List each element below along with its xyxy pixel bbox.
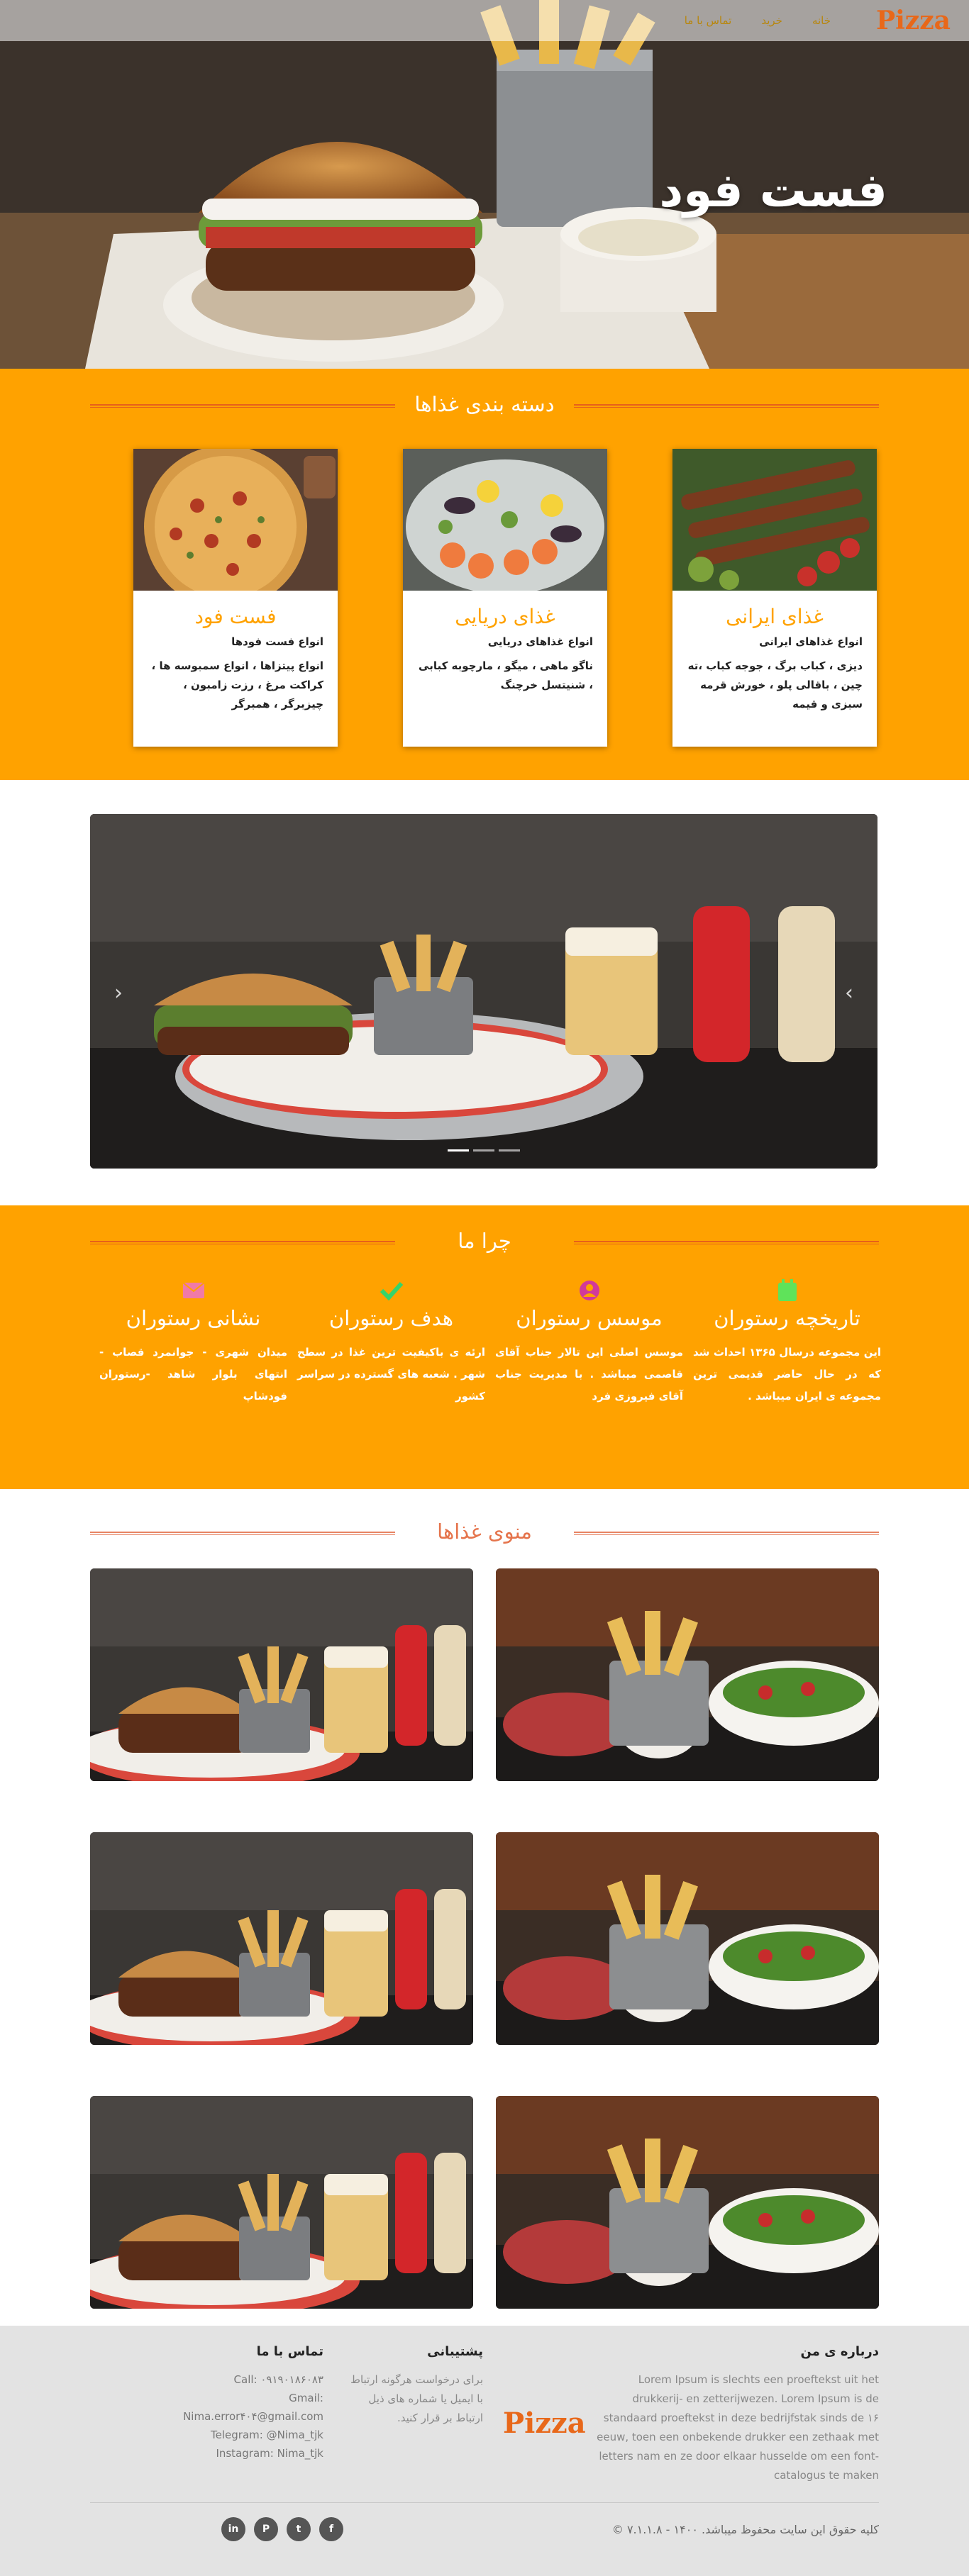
footer-support-text: برای درخواست هرگونه ارتباط با ایمیل یا ش… (350, 2373, 483, 2424)
categories-heading: دسته بندی غذاها (0, 376, 969, 433)
category-card-fastfood[interactable]: فست فود انواع فست فودها انواع پیتزاها ، … (133, 449, 338, 747)
social-links: in P t f (221, 2517, 343, 2541)
heading-divider-right (574, 1241, 879, 1244)
category-card-iranian[interactable]: غذای ایرانی انواع غذاهای ایرانی دیزی ، ک… (672, 449, 877, 747)
carousel-indicator-2[interactable] (473, 1149, 494, 1152)
menu-item-image[interactable] (496, 2096, 879, 2309)
categories-section: دسته بندی غذاها غذای ایرانی انواع غذاهای… (0, 369, 969, 780)
card-text: دیزی ، کباب برگ ، جوجه کباب ،ته چین ، با… (687, 659, 863, 710)
footer-about: درباره ی من Lorem Ipsum is slechts een p… (503, 2344, 879, 2485)
calendar-icon (693, 1276, 881, 1305)
contact-instagram[interactable]: Instagram: Nima_tjk (146, 2444, 323, 2463)
footer-about-text: Lorem Ipsum is slechts een proeftekst ui… (597, 2373, 879, 2482)
feature-text: موسس اصلی این تالار جناب آقای قاصمی میبا… (495, 1346, 683, 1403)
category-cards: غذای ایرانی انواع غذاهای ایرانی دیزی ، ک… (133, 449, 877, 747)
facebook-icon[interactable]: f (319, 2517, 343, 2541)
carousel-indicator-3[interactable] (448, 1149, 469, 1152)
footer-contact: تماس با ما Call: ۰۹۱۹۰۱۸۶۰۸۳ Gmail: Nima… (146, 2344, 323, 2463)
menu-item-image[interactable] (496, 1832, 879, 2045)
menu-item-image[interactable] (90, 1832, 473, 2045)
heading-divider-right (574, 1532, 879, 1535)
brand-logo[interactable]: Pizza (876, 6, 951, 35)
footer-divider (90, 2502, 879, 2503)
carousel-indicators (448, 1149, 520, 1152)
feature-text: این مجموعه درسال ۱۳۶۵ احداث شد که در حال… (693, 1346, 881, 1403)
feature-goal: هدف رستوران ارئه ی باکیفیت ترین غذا در س… (297, 1276, 485, 1407)
hero-banner: فست فود (0, 0, 969, 369)
feature-text: میدان شهری - جوانمرد قصاب - انتهای بلوار… (99, 1346, 287, 1403)
twitter-icon[interactable]: t (287, 2517, 311, 2541)
card-title: غذای ایرانی (726, 605, 824, 628)
category-card-seafood[interactable]: غذای دریایی انواع غذاهای دریایی ناگو ماه… (403, 449, 607, 747)
footer-support: پشتیبانی برای درخواست هرگونه ارتباط با ا… (341, 2344, 483, 2428)
footer-about-title: درباره ی من (800, 2344, 879, 2359)
footer-support-title: پشتیبانی (427, 2344, 483, 2359)
contact-telegram[interactable]: Telegram: @Nima_tjk (146, 2426, 323, 2444)
why-title: چرا ما (458, 1229, 511, 1253)
footer-contact-title: تماس با ما (256, 2344, 323, 2359)
carousel-next-icon[interactable]: › (845, 981, 853, 1005)
top-navbar: Pizza خانه خرید تماس با ما (0, 0, 969, 41)
check-icon (297, 1276, 485, 1305)
image-carousel[interactable]: › ‹ (90, 814, 877, 1169)
site-footer: درباره ی من Lorem Ipsum is slechts een p… (0, 2326, 969, 2576)
nav-link-home[interactable]: خانه (812, 14, 831, 27)
feature-title: نشانی رستوران (126, 1306, 261, 1330)
carousel-slide-image (90, 814, 877, 1169)
card-subtitle: انواع غذاهای ایرانی (759, 635, 863, 648)
seafood-image (403, 449, 607, 591)
menu-title: منوی غذاها (437, 1520, 532, 1544)
contact-email[interactable]: Gmail: Nima.error۴۰۴@gmail.com (146, 2389, 323, 2426)
menu-section: منوی غذاها (0, 1489, 969, 2326)
feature-text: ارئه ی باکیفیت ترین غذا در سطح شهر . شعب… (297, 1346, 485, 1403)
why-heading: چرا ما (0, 1212, 969, 1269)
nav-links: خانه خرید تماس با ما (685, 14, 831, 27)
copyright-text: کلیه حقوق این سایت محفوظ میباشد. ۱۴۰۰ - … (611, 2523, 879, 2536)
feature-title: موسس رستوران (516, 1306, 663, 1330)
card-title: غذای دریایی (455, 605, 555, 628)
contact-phone[interactable]: Call: ۰۹۱۹۰۱۸۶۰۸۳ (146, 2370, 323, 2389)
card-text: انواع پیتزاها ، انواع سمبوسه ها ، کراکت … (151, 659, 323, 710)
menu-item-image[interactable] (496, 1568, 879, 1781)
nav-link-contact[interactable]: تماس با ما (685, 14, 732, 27)
hero-title: فست فود (659, 163, 887, 218)
heading-divider-left (90, 1241, 395, 1244)
card-title: فست فود (194, 605, 277, 628)
pinterest-icon[interactable]: P (254, 2517, 278, 2541)
feature-history: تاریخچه رستوران این مجموعه درسال ۱۳۶۵ اح… (693, 1276, 881, 1407)
feature-title: تاریخچه رستوران (714, 1306, 860, 1330)
categories-title: دسته بندی غذاها (414, 392, 555, 416)
card-text: ناگو ماهی ، میگو ، مارچوبه کبابی ، شنیتس… (419, 659, 593, 691)
feature-title: هدف رستوران (328, 1306, 454, 1330)
carousel-indicator-1[interactable] (499, 1149, 520, 1152)
pizza-image (133, 449, 338, 591)
kebab-image (672, 449, 877, 591)
nav-link-shop[interactable]: خرید (761, 14, 782, 27)
features-list: تاریخچه رستوران این مجموعه درسال ۱۳۶۵ اح… (99, 1276, 881, 1407)
heading-divider-left (90, 1532, 395, 1535)
feature-address: نشانی رستوران میدان شهری - جوانمرد قصاب … (99, 1276, 287, 1407)
feature-founder: موسس رستوران موسس اصلی این تالار جناب آق… (495, 1276, 683, 1407)
menu-grid (90, 1568, 879, 2309)
carousel-section: › ‹ (0, 780, 969, 1205)
carousel-prev-icon[interactable]: ‹ (114, 981, 123, 1005)
card-subtitle: انواع فست فودها (231, 635, 323, 648)
heading-divider-left (90, 404, 395, 408)
envelope-icon (99, 1276, 287, 1305)
heading-divider-right (574, 404, 879, 408)
linkedin-icon[interactable]: in (221, 2517, 245, 2541)
footer-brand-logo[interactable]: Pizza (503, 2407, 586, 2440)
user-icon (495, 1276, 683, 1305)
menu-item-image[interactable] (90, 2096, 473, 2309)
menu-heading: منوی غذاها (0, 1503, 969, 1560)
why-us-section: چرا ما تاریخچه رستوران این مجموعه درسال … (0, 1205, 969, 1489)
menu-item-image[interactable] (90, 1568, 473, 1781)
card-subtitle: انواع غذاهای دریایی (487, 635, 593, 648)
